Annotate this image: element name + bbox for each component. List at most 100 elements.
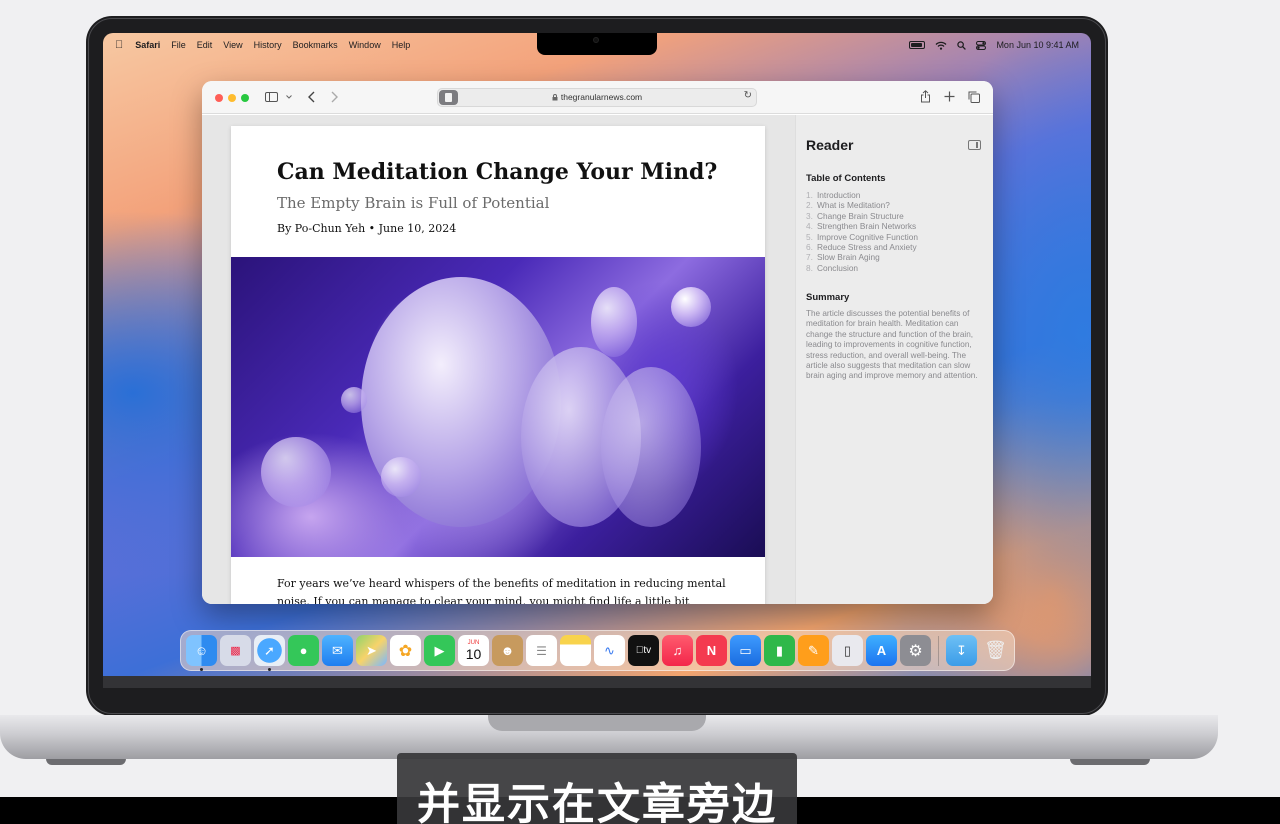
summary-text: The article discusses the potential bene… (806, 309, 978, 381)
minimize-window-button[interactable] (228, 94, 236, 102)
hero-bubble (341, 387, 367, 413)
url-text: thegranularnews.com (560, 92, 643, 102)
menu-clock[interactable]: Mon Jun 10 9:41 AM (996, 40, 1079, 50)
toc-item-number: 2. (806, 200, 813, 211)
news-icon[interactable]: N (696, 635, 727, 666)
address-bar[interactable]: thegranularnews.com ↻ (437, 88, 757, 107)
summary-heading: Summary (806, 292, 850, 303)
menu-bookmarks[interactable]: Bookmarks (293, 40, 338, 50)
mail-icon[interactable]: ✉ (322, 635, 353, 666)
share-icon[interactable] (920, 90, 931, 103)
menu-window[interactable]: Window (349, 40, 381, 50)
hero-bubble (671, 287, 711, 327)
chevron-down-icon[interactable] (286, 95, 292, 99)
photos-icon[interactable]: ✿ (390, 635, 421, 666)
toc-item[interactable]: 8. Conclusion (806, 263, 918, 273)
toc-item[interactable]: 4. Strengthen Brain Networks (806, 221, 918, 231)
apple-tv-icon[interactable]: tv (628, 635, 659, 666)
menu-app-name[interactable]: Safari (135, 40, 160, 50)
close-window-button[interactable] (215, 94, 223, 102)
menu-view[interactable]: View (223, 40, 242, 50)
back-icon[interactable] (308, 91, 315, 103)
menu-extras: Mon Jun 10 9:41 AM (909, 33, 1079, 57)
toc-heading: Table of Contents (806, 173, 886, 184)
camera-icon (593, 37, 599, 43)
freeform-icon[interactable]: ∿ (594, 635, 625, 666)
downloads-folder-icon[interactable]: ↧ (946, 635, 977, 666)
toc-item[interactable]: 1. Introduction (806, 190, 918, 200)
zoom-window-button[interactable] (241, 94, 249, 102)
contacts-icon[interactable]: ☻ (492, 635, 523, 666)
lock-icon (552, 94, 558, 101)
keynote-icon[interactable]: ▭ (730, 635, 761, 666)
screen-bottom-bezel (103, 676, 1091, 688)
article-page: Can Meditation Change Your Mind? The Emp… (231, 126, 765, 604)
dock-separator (938, 635, 939, 666)
calendar-icon[interactable]: JUN 10 (458, 635, 489, 666)
article-title: Can Meditation Change Your Mind? (277, 159, 718, 185)
toc-item-label: Slow Brain Aging (817, 252, 880, 263)
spotlight-search-icon[interactable] (957, 40, 967, 50)
notes-icon[interactable] (560, 635, 591, 666)
calendar-day: 10 (465, 645, 482, 662)
toc-item[interactable]: 2. What is Meditation? (806, 200, 918, 210)
messages-icon[interactable]: ● (288, 635, 319, 666)
toc-item-label: Introduction (817, 190, 861, 200)
iphone-mirroring-icon[interactable]: ▯ (832, 635, 863, 666)
laptop-opening-notch (488, 715, 706, 731)
numbers-icon[interactable]: ▮ (764, 635, 795, 666)
laptop-foot (1070, 759, 1150, 765)
reload-icon[interactable]: ↻ (744, 90, 752, 101)
launchpad-icon[interactable]: ▩ (220, 635, 251, 666)
apple-menu-icon[interactable]:  (115, 39, 123, 51)
toc-item-label: Change Brain Structure (817, 210, 904, 221)
toc-item[interactable]: 6. Reduce Stress and Anxiety (806, 242, 918, 252)
reader-sidebar-toggle-icon[interactable] (968, 140, 981, 150)
toc-item-label: Conclusion (817, 262, 859, 273)
toc-item-label: Improve Cognitive Function (817, 231, 918, 242)
menu-history[interactable]: History (254, 40, 282, 50)
menu-edit[interactable]: Edit (197, 40, 213, 50)
sidebar-toggle-icon[interactable] (265, 92, 278, 102)
menu-help[interactable]: Help (392, 40, 411, 50)
menu-file[interactable]: File (171, 40, 186, 50)
control-center-icon[interactable] (976, 40, 987, 50)
toc-item[interactable]: 5. Improve Cognitive Function (806, 232, 918, 242)
hero-head-shape (601, 367, 701, 527)
app-store-icon[interactable]: A (866, 635, 897, 666)
article-hero-image (231, 257, 765, 557)
pages-icon[interactable]: ✎ (798, 635, 829, 666)
battery-icon[interactable] (909, 41, 926, 49)
article-byline: By Po-Chun Yeh • June 10, 2024 (277, 222, 457, 235)
hero-bubble (381, 457, 421, 497)
address-url[interactable]: thegranularnews.com (438, 92, 756, 102)
safari-icon[interactable]: ➚ (254, 635, 285, 671)
toc-item[interactable]: 7. Slow Brain Aging (806, 252, 918, 262)
toc-item-number: 1. (806, 190, 813, 200)
trash-icon[interactable]: 🗑 (980, 635, 1011, 666)
finder-icon[interactable]: ☺ (186, 635, 217, 671)
hero-bubble (591, 287, 637, 357)
toc-item[interactable]: 3. Change Brain Structure (806, 211, 918, 221)
table-of-contents: 1. Introduction 2. What is Meditation? 3. C… (806, 190, 918, 273)
toc-item-number: 4. (806, 221, 813, 232)
tab-overview-icon[interactable] (968, 91, 980, 103)
hero-bubble (261, 437, 331, 507)
music-icon[interactable]: ♫ (662, 635, 693, 666)
toc-item-label: What is Meditation? (817, 200, 890, 211)
toc-item-number: 8. (806, 262, 813, 273)
toc-item-number: 5. (806, 231, 813, 242)
new-tab-icon[interactable] (944, 91, 955, 102)
toc-item-number: 3. (806, 210, 813, 221)
toc-item-label: Strengthen Brain Networks (817, 221, 917, 232)
maps-icon[interactable]: ➤ (356, 635, 387, 666)
forward-icon[interactable] (331, 91, 338, 103)
wifi-icon[interactable] (935, 41, 947, 50)
safari-window: thegranularnews.com ↻ Can Meditation Cha… (202, 81, 993, 604)
reminders-icon[interactable]: ☰ (526, 635, 557, 666)
facetime-icon[interactable]: ▶ (424, 635, 455, 666)
running-indicator (200, 668, 203, 671)
system-settings-icon[interactable]: ⚙ (900, 635, 931, 666)
dock: ☺ ▩ ➚ ● ✉ ➤ ✿ ▶ JUN 10 ☻ ☰ ∿ tv ♫ N ▭ ▮… (180, 630, 1015, 671)
toc-item-number: 6. (806, 242, 813, 253)
